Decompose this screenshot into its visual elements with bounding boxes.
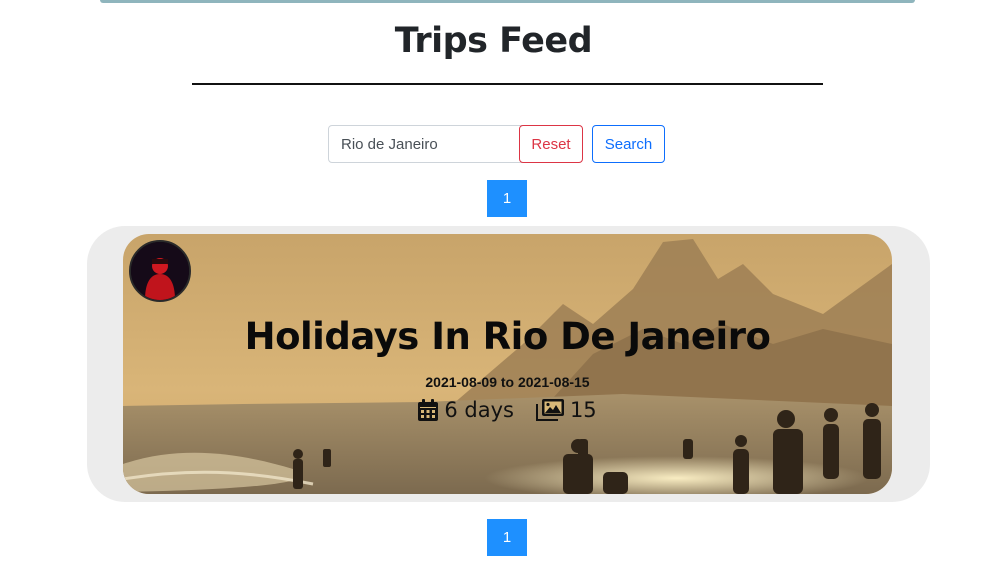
search-button[interactable]: Search [592, 125, 665, 163]
reset-button[interactable]: Reset [519, 125, 583, 163]
trip-card[interactable]: Holidays In Rio De Janeiro 2021-08-09 to… [123, 234, 892, 494]
trip-duration: 6 days [418, 398, 514, 422]
top-accent-bar [100, 0, 915, 3]
trip-title[interactable]: Holidays In Rio De Janeiro [123, 312, 892, 362]
author-avatar[interactable] [129, 240, 191, 302]
trip-dates: 2021-08-09 to 2021-08-15 [425, 374, 590, 390]
trip-photo-count: 15 [535, 398, 597, 422]
trip-stats: 6 days 15 [123, 398, 892, 422]
title-divider [192, 83, 823, 85]
avatar-figure-image [131, 242, 189, 300]
trip-duration-text: 6 days [444, 398, 514, 422]
pagination-page-button-top[interactable]: 1 [487, 180, 527, 217]
trip-cover-image [123, 234, 892, 494]
images-icon [535, 399, 564, 421]
search-input[interactable] [328, 125, 528, 163]
calendar-icon [418, 399, 439, 421]
pagination-page-button-bottom[interactable]: 1 [487, 519, 527, 556]
page-title: Trips Feed [394, 21, 593, 61]
trip-photo-count-text: 15 [569, 398, 597, 422]
